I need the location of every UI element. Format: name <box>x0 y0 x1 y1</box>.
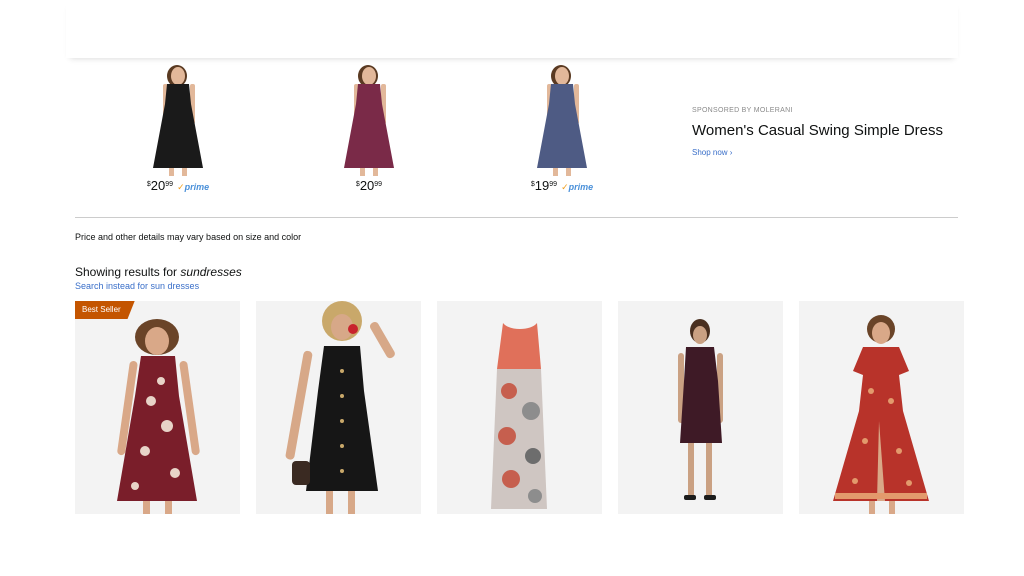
section-divider <box>75 217 958 218</box>
prime-check-icon: ✓ <box>177 182 185 192</box>
sponsor-info: SPONSORED BY MOLERANI Women's Casual Swi… <box>692 107 982 160</box>
best-seller-badge: Best Seller <box>75 301 135 319</box>
sponsored-by-label: SPONSORED BY MOLERANI <box>692 107 793 114</box>
sponsored-product-price: $1999 ✓prime <box>507 178 617 194</box>
results-query: sundresses <box>180 265 242 279</box>
sponsored-product-price: $2099 ✓prime <box>123 178 233 194</box>
results-prefix: Showing results for <box>75 265 181 279</box>
result-card-1[interactable]: Best Seller <box>75 301 240 514</box>
result-card-3[interactable] <box>437 301 602 514</box>
sponsored-product-price: $2099 <box>314 178 424 194</box>
price-fraction: 99 <box>549 181 558 188</box>
prime-check-icon: ✓ <box>561 182 569 192</box>
search-instead-link[interactable]: Search instead for sun dresses <box>75 281 199 291</box>
price-whole: 19 <box>534 178 550 193</box>
prime-badge: ✓prime <box>561 182 593 192</box>
product-image <box>537 65 587 176</box>
product-image <box>344 65 394 176</box>
sponsored-product-2[interactable]: $2099 <box>314 64 424 194</box>
product-image <box>678 319 723 500</box>
price-whole: 20 <box>150 178 166 193</box>
results-heading: Showing results for sundresses <box>75 265 242 279</box>
sponsored-header-band <box>66 0 958 58</box>
sponsored-product-3[interactable]: $1999 ✓prime <box>507 64 617 194</box>
price-fraction: 99 <box>374 181 383 188</box>
product-image <box>285 301 395 514</box>
result-card-2[interactable] <box>256 301 421 514</box>
sponsored-product-1[interactable]: $2099 ✓prime <box>123 64 233 194</box>
price-whole: 20 <box>359 178 375 193</box>
result-card-5[interactable] <box>799 301 964 514</box>
price-disclaimer: Price and other details may vary based o… <box>75 232 302 242</box>
prime-label: prime <box>568 182 594 192</box>
product-image <box>117 319 200 514</box>
price-fraction: 99 <box>165 181 174 188</box>
sponsor-title[interactable]: Women's Casual Swing Simple Dress <box>692 122 982 139</box>
result-card-4[interactable] <box>618 301 783 514</box>
prime-label: prime <box>184 182 210 192</box>
product-image <box>153 65 203 176</box>
prime-badge: ✓prime <box>177 182 209 192</box>
product-image <box>833 315 929 514</box>
shop-now-link[interactable]: Shop now › <box>692 148 732 157</box>
product-image <box>491 323 547 509</box>
